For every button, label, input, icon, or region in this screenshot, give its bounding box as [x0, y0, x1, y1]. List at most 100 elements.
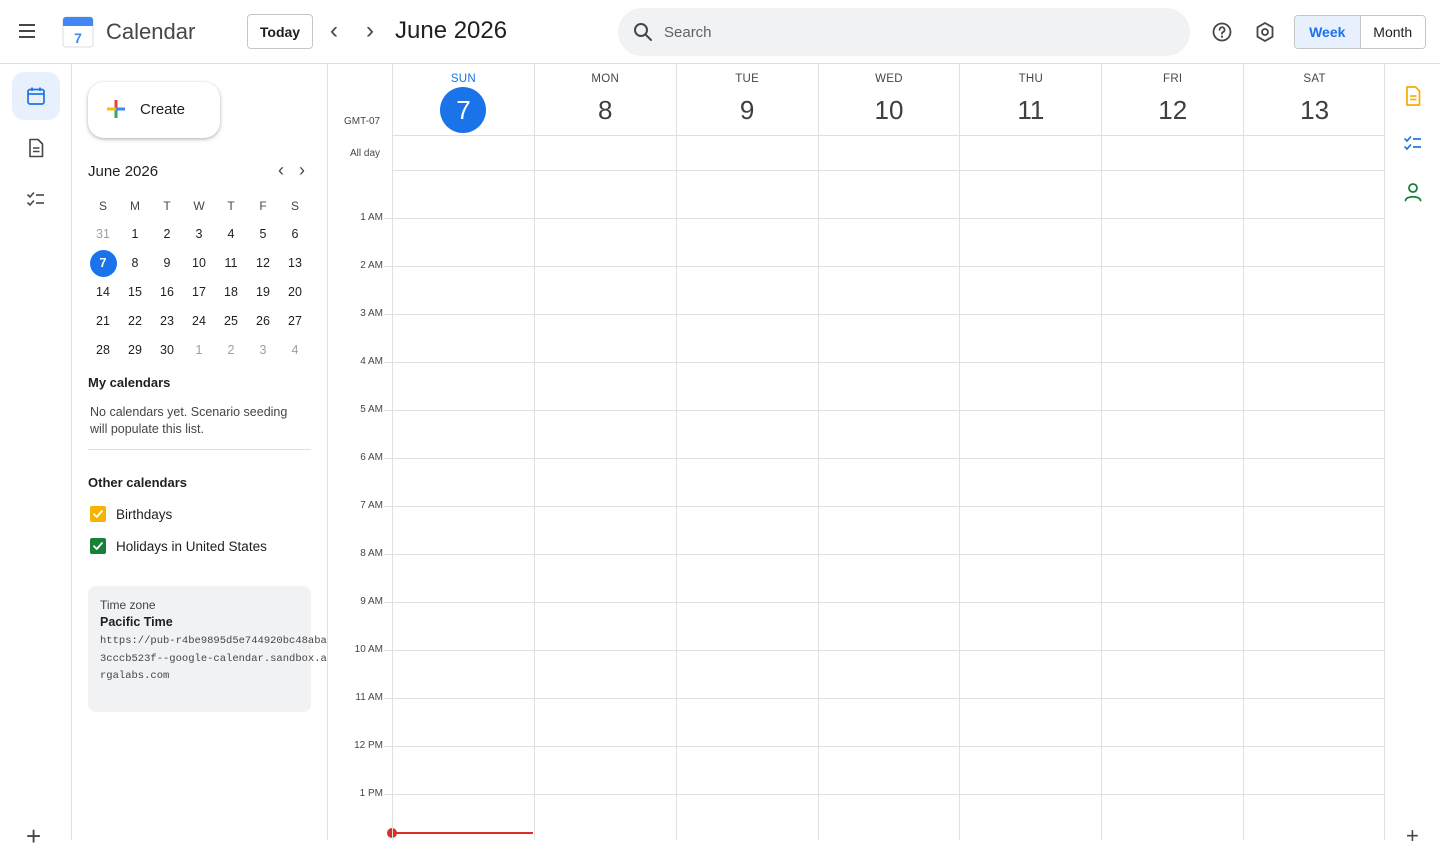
mini-calendar-day[interactable]: 2 [215, 337, 247, 364]
mini-calendar-day-number: 6 [291, 227, 299, 241]
mini-calendar-day[interactable]: 28 [87, 337, 119, 364]
mini-calendar-day[interactable]: 12 [247, 250, 279, 277]
right-rail-add-button[interactable]: + [1406, 825, 1419, 847]
mini-calendar-day-number: 30 [160, 343, 174, 357]
mini-calendar-day[interactable]: 26 [247, 308, 279, 335]
rail-notes-button[interactable] [12, 124, 60, 172]
my-calendars-title: My calendars [88, 375, 171, 390]
help-icon[interactable] [1210, 20, 1234, 44]
mini-calendar-day[interactable]: 27 [279, 308, 311, 335]
mini-calendar-day[interactable]: 30 [151, 337, 183, 364]
day-number[interactable]: 10 [866, 87, 912, 133]
mini-calendar-day[interactable]: 20 [279, 279, 311, 306]
mini-calendar-day[interactable]: 31 [87, 221, 119, 248]
calendar-item[interactable]: Holidays in United States [90, 536, 267, 556]
calendar-label: Holidays in United States [116, 538, 267, 554]
mini-calendar-day[interactable]: 5 [247, 221, 279, 248]
svg-text:7: 7 [74, 30, 82, 46]
main-menu-icon[interactable] [16, 20, 38, 44]
mini-calendar-day-number: 17 [192, 285, 206, 299]
mini-calendar-day[interactable]: 2 [151, 221, 183, 248]
mini-calendar-week-row: 14 15 16 17 18 19 20 [87, 278, 311, 307]
hour-label: 9 AM [360, 596, 383, 607]
hour-label: 6 AM [360, 452, 383, 463]
mini-calendar-day-number: 3 [195, 227, 203, 241]
mini-calendar-day[interactable]: 24 [183, 308, 215, 335]
contacts-icon[interactable] [1401, 180, 1425, 204]
keep-icon[interactable] [1401, 84, 1425, 108]
day-number[interactable]: 9 [724, 87, 770, 133]
sidebar: Create June 2026 ‹ › S M T W T F S 31 1 2 3 4 5 6 7 8 9 1… [72, 64, 328, 840]
mini-calendar-day-number: 15 [128, 285, 142, 299]
plus-icon [107, 100, 125, 118]
mini-calendar-weekday-row: SMTWTFS [87, 191, 311, 220]
mini-calendar-day-number: 23 [160, 314, 174, 328]
calendar-checkbox[interactable] [90, 506, 106, 522]
timezone-value: Pacific Time [100, 615, 173, 629]
mini-calendar-day[interactable]: 23 [151, 308, 183, 335]
day-name: MON [591, 73, 620, 85]
day-header: SUN 7 [392, 64, 534, 136]
mini-calendar-day[interactable]: 4 [215, 221, 247, 248]
mini-calendar: S M T W T F S 31 1 2 3 4 5 6 7 8 9 10 11 12 13 14 15 16 17 18 19 20… [87, 191, 311, 365]
month-view-button[interactable]: Month [1360, 16, 1425, 48]
hour-gridline [384, 218, 1384, 219]
mini-calendar-day[interactable]: 17 [183, 279, 215, 306]
mini-calendar-day-number: 13 [288, 256, 302, 270]
divider [88, 449, 311, 450]
mini-prev-month-button[interactable]: ‹ [273, 160, 289, 181]
search-input[interactable] [664, 20, 1164, 44]
mini-calendar-day[interactable]: 19 [247, 279, 279, 306]
mini-calendar-day[interactable]: 21 [87, 308, 119, 335]
calendar-item[interactable]: Birthdays [90, 504, 172, 524]
mini-calendar-day[interactable]: 13 [279, 250, 311, 277]
rail-add-button[interactable]: + [26, 823, 41, 849]
mini-calendar-day[interactable]: 1 [119, 221, 151, 248]
day-number[interactable]: 7 [440, 87, 487, 133]
rail-tasks-button[interactable] [12, 176, 60, 224]
next-week-button[interactable]: › [356, 18, 384, 46]
mini-calendar-day-number: 21 [96, 314, 110, 328]
day-number[interactable]: 11 [1008, 87, 1054, 133]
mini-calendar-day[interactable]: 7 [87, 250, 119, 277]
create-button[interactable]: Create [88, 82, 220, 138]
mini-calendar-day[interactable]: 4 [279, 337, 311, 364]
previous-week-button[interactable]: ‹ [320, 18, 348, 46]
mini-calendar-day[interactable]: 8 [119, 250, 151, 277]
hour-gridline [384, 602, 1384, 603]
calendar-checkbox[interactable] [90, 538, 106, 554]
mini-calendar-day[interactable]: 9 [151, 250, 183, 277]
day-number[interactable]: 13 [1292, 87, 1338, 133]
calendar-label: Birthdays [116, 506, 173, 522]
search-bar[interactable] [618, 8, 1190, 56]
mini-calendar-day[interactable]: 11 [215, 250, 247, 277]
settings-icon[interactable] [1253, 20, 1277, 44]
mini-calendar-day[interactable]: 3 [183, 221, 215, 248]
rail-calendar-button[interactable] [12, 72, 60, 120]
mini-calendar-day[interactable]: 14 [87, 279, 119, 306]
mini-calendar-day[interactable]: 18 [215, 279, 247, 306]
mini-calendar-day[interactable]: 22 [119, 308, 151, 335]
mini-calendar-day[interactable]: 3 [247, 337, 279, 364]
mini-calendar-day-number: 1 [195, 343, 203, 357]
mini-calendar-day[interactable]: 15 [119, 279, 151, 306]
mini-calendar-day[interactable]: 6 [279, 221, 311, 248]
mini-weekday-label: T [227, 198, 235, 213]
tasks-icon[interactable] [1401, 132, 1425, 156]
mini-calendar-day[interactable]: 1 [183, 337, 215, 364]
mini-calendar-day[interactable]: 29 [119, 337, 151, 364]
today-button[interactable]: Today [247, 14, 313, 49]
mini-calendar-day-number: 10 [192, 256, 206, 270]
day-number[interactable]: 8 [582, 87, 628, 133]
mini-calendar-day[interactable]: 25 [215, 308, 247, 335]
day-name: WED [875, 73, 903, 85]
mini-calendar-day[interactable]: 10 [183, 250, 215, 277]
day-number[interactable]: 12 [1150, 87, 1196, 133]
mini-calendar-day[interactable]: 16 [151, 279, 183, 306]
mini-next-month-button[interactable]: › [294, 160, 310, 181]
day-header: TUE 9 [675, 64, 818, 136]
hour-label: 11 AM [355, 692, 383, 703]
app-title: Calendar [106, 19, 196, 44]
calendar-icon [27, 87, 45, 105]
week-view-button[interactable]: Week [1295, 16, 1361, 48]
